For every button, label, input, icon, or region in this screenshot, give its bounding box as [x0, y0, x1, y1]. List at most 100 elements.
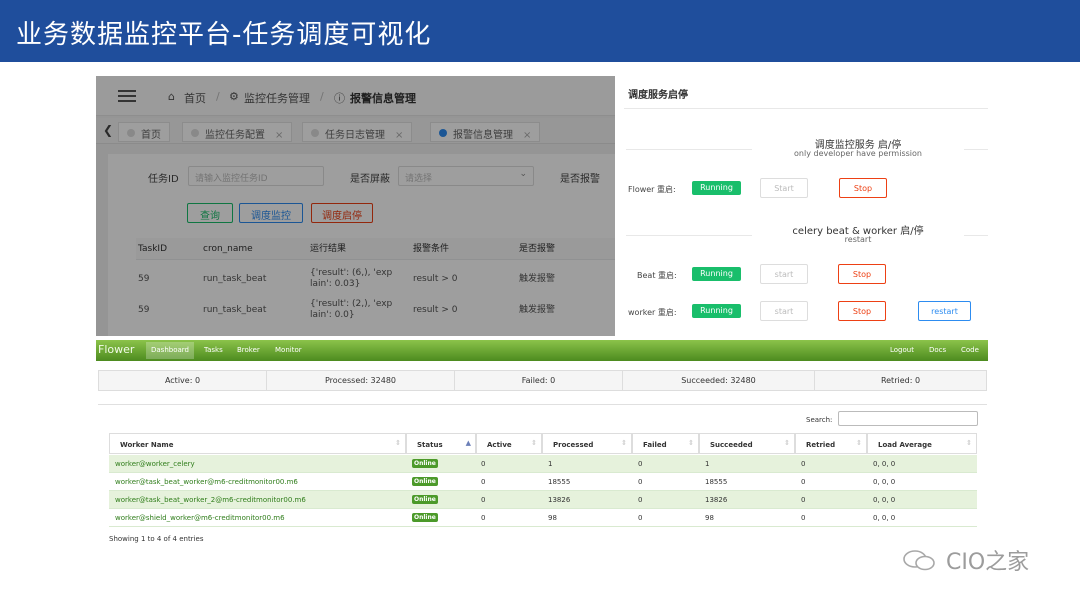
- table-cell: 59: [138, 274, 150, 284]
- nav-broker[interactable]: Broker: [237, 346, 260, 354]
- column-header: 运行结果: [310, 244, 347, 254]
- col-active[interactable]: Active ⇕: [476, 433, 542, 454]
- table-cell: result > 0: [413, 274, 458, 284]
- sort-icon: ⇕: [621, 439, 627, 447]
- tab-dot-icon: [311, 129, 319, 137]
- col-status[interactable]: Status ▲: [406, 433, 476, 454]
- schedule-monitor-button[interactable]: 调度监控: [239, 203, 303, 223]
- shield-select-value: 请选择: [405, 174, 433, 184]
- sort-icon: ⇕: [531, 439, 537, 447]
- nav-dashboard[interactable]: Dashboard: [146, 342, 194, 359]
- task-id-input[interactable]: 请输入监控任务ID: [188, 166, 324, 186]
- close-icon[interactable]: ×: [523, 130, 531, 141]
- worker-running-badge: Running: [692, 304, 741, 318]
- worker-name-link[interactable]: worker@shield_worker@m6-creditmonitor00.…: [115, 514, 285, 522]
- col-load-average[interactable]: Load Average ⇕: [867, 433, 977, 454]
- col-failed[interactable]: Failed ⇕: [632, 433, 699, 454]
- chevron-left-icon[interactable]: ❮: [103, 123, 113, 137]
- tab-task-log[interactable]: 任务日志管理 ×: [302, 122, 413, 142]
- breadcrumb-home[interactable]: 首页: [184, 90, 206, 106]
- worker-restart-button[interactable]: restart: [918, 301, 971, 321]
- column-header: cron_name: [203, 244, 253, 254]
- table-cell: 1: [548, 460, 553, 468]
- table-cell: 0, 0, 0: [873, 496, 896, 504]
- table-cell: 0, 0, 0: [873, 460, 896, 468]
- table-cell: 98: [705, 514, 714, 522]
- close-icon[interactable]: ×: [275, 130, 283, 141]
- tab-task-config[interactable]: 监控任务配置 ×: [182, 122, 293, 142]
- nav-monitor[interactable]: Monitor: [275, 346, 302, 354]
- tab-label: 任务日志管理: [325, 130, 385, 141]
- table-cell: lain': 0.03}: [310, 279, 361, 289]
- worker-start-button[interactable]: start: [760, 301, 808, 321]
- worker-name-link[interactable]: worker@task_beat_worker_2@m6-creditmonit…: [115, 496, 306, 504]
- nav-logout[interactable]: Logout: [890, 346, 914, 354]
- table-cell: result > 0: [413, 305, 458, 315]
- table-cell: 1: [705, 460, 710, 468]
- breadcrumb-separator: /: [216, 90, 220, 103]
- status-badge: Online: [412, 477, 438, 486]
- table-cell: 13826: [548, 496, 571, 504]
- breadcrumb-alarm-manage: 报警信息管理: [350, 92, 416, 105]
- column-label: Retried: [806, 441, 836, 449]
- section-sub-celery: restart: [844, 235, 872, 244]
- sort-icon: ⇕: [856, 439, 862, 447]
- admin-panel-screenshot: ⌂ 首页 / ⚙ 监控任务管理 / ⓘ 报警信息管理 ❮ 首页 监控任务配置 × …: [96, 76, 615, 336]
- col-retried[interactable]: Retried ⇕: [795, 433, 867, 454]
- gear-icon: ⚙: [229, 90, 239, 103]
- tab-bar: ❮ 首页 监控任务配置 × 任务日志管理 × 报警信息管理 ×: [96, 118, 615, 144]
- flower-stop-button[interactable]: Stop: [839, 178, 887, 198]
- close-icon[interactable]: ×: [395, 130, 403, 141]
- column-label: Succeeded: [710, 441, 753, 449]
- table-cell: {'result': (6,), 'exp: [310, 268, 393, 278]
- nav-docs[interactable]: Docs: [929, 346, 946, 354]
- col-succeeded[interactable]: Succeeded ⇕: [699, 433, 795, 454]
- task-id-label: 任务ID: [148, 174, 179, 185]
- nav-code[interactable]: Code: [961, 346, 979, 354]
- beat-stop-button[interactable]: Stop: [838, 264, 886, 284]
- beat-restart-label: Beat 重启:: [637, 271, 677, 280]
- col-worker-name[interactable]: Worker Name ⇕: [109, 433, 406, 454]
- table-cell: {'result': (2,), 'exp: [310, 299, 393, 309]
- menu-icon[interactable]: [118, 90, 136, 102]
- schedule-toggle-button[interactable]: 调度启停: [311, 203, 373, 223]
- nav-tasks[interactable]: Tasks: [204, 346, 223, 354]
- worker-name-link[interactable]: worker@task_beat_worker@m6-creditmonitor…: [115, 478, 298, 486]
- search-input[interactable]: [838, 411, 978, 426]
- watermark-text: CIO之家: [946, 550, 1030, 575]
- beat-running-badge: Running: [692, 267, 741, 281]
- column-header: 是否报警: [519, 244, 556, 254]
- filter-panel: 任务ID 请输入监控任务ID 是否屏蔽 请选择 ⌄ 是否报警 查询 调度监控 调…: [108, 154, 615, 336]
- flower-brand[interactable]: Flower: [98, 343, 134, 356]
- worker-stop-button[interactable]: Stop: [838, 301, 886, 321]
- beat-start-button[interactable]: start: [760, 264, 808, 284]
- breadcrumb-task-manage[interactable]: 监控任务管理: [244, 90, 310, 106]
- divider: [964, 235, 988, 236]
- table-cell: 0: [481, 460, 486, 468]
- shield-select[interactable]: 请选择 ⌄: [398, 166, 534, 186]
- table-cell: 0: [801, 460, 806, 468]
- stats-bar: Active: 0 Processed: 32480 Failed: 0 Suc…: [98, 370, 987, 391]
- flower-restart-label: Flower 重启:: [628, 185, 676, 194]
- wechat-icon: [903, 550, 935, 571]
- table-cell: 0: [638, 496, 643, 504]
- flower-start-button[interactable]: Start: [760, 178, 808, 198]
- tab-dot-icon: [439, 129, 447, 137]
- worker-name-link[interactable]: worker@worker_celery: [115, 460, 195, 468]
- table-cell: 0: [638, 478, 643, 486]
- divider: [626, 235, 752, 236]
- search-label: Search:: [806, 416, 833, 424]
- tab-home[interactable]: 首页: [118, 122, 170, 142]
- table-cell: 0: [638, 514, 643, 522]
- breadcrumb-separator: /: [320, 90, 324, 103]
- table-cell: 13826: [705, 496, 728, 504]
- query-button[interactable]: 查询: [187, 203, 233, 223]
- flower-running-badge: Running: [692, 181, 741, 195]
- table-cell: 0, 0, 0: [873, 514, 896, 522]
- table-cell: lain': 0.0}: [310, 310, 355, 320]
- table-cell: 18555: [548, 478, 571, 486]
- col-processed[interactable]: Processed ⇕: [542, 433, 632, 454]
- stat-active: Active: 0: [99, 371, 267, 390]
- table-cell: 98: [548, 514, 557, 522]
- tab-alarm-manage[interactable]: 报警信息管理 ×: [430, 122, 541, 142]
